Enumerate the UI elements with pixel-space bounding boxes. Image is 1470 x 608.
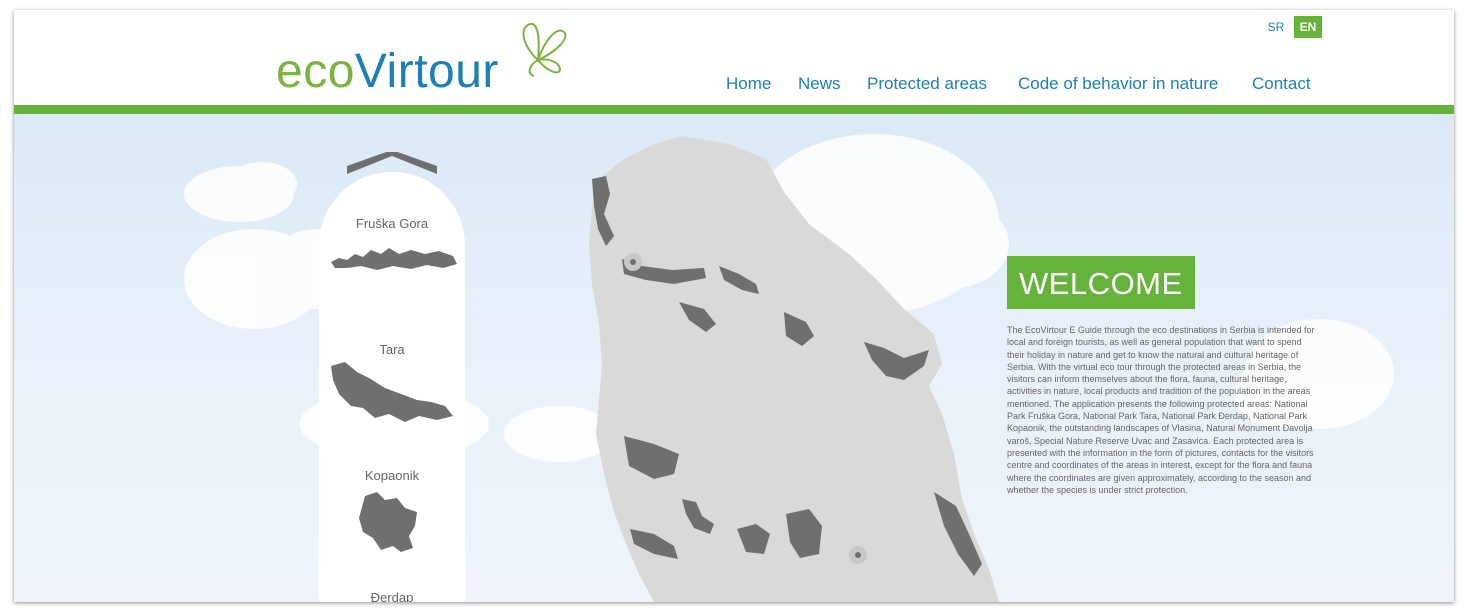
language-sr-link[interactable]: SR [1264,16,1288,38]
nav-code-of-behavior[interactable]: Code of behavior in nature [1018,74,1218,94]
main-area: Fruška Gora Tara Kopaonik Đerdap WELCOME… [14,114,1454,602]
nav-home[interactable]: Home [726,74,771,94]
welcome-title: WELCOME [1007,256,1195,309]
sidebar-item-tara[interactable]: Tara [319,342,465,357]
welcome-description: The EcoVirtour E Guide through the eco d… [1007,325,1315,495]
nav-contact[interactable]: Contact [1252,74,1311,94]
header-divider [14,105,1454,114]
kopaonik-shape[interactable] [355,490,425,558]
logo-eco-text: eco [276,45,355,98]
logo[interactable]: ecoVirtour [276,48,499,96]
chevron-up-icon[interactable] [345,152,439,176]
sidebar-item-derdap[interactable]: Đerdap [319,590,465,602]
nav-news[interactable]: News [798,74,841,94]
butterfly-logo-icon [522,22,567,77]
nav-protected-areas[interactable]: Protected areas [867,74,987,94]
tara-shape[interactable] [327,360,457,430]
sidebar-item-fruska-gora[interactable]: Fruška Gora [319,216,465,231]
protected-areas-sidebar: Fruška Gora Tara Kopaonik Đerdap [319,152,465,602]
sidebar-item-kopaonik[interactable]: Kopaonik [319,468,465,483]
app-frame: ecoVirtour SR EN Home News Protected are… [14,10,1454,602]
fruska-gora-shape[interactable] [329,242,459,274]
logo-virtour-text: Virtour [354,45,499,98]
header: ecoVirtour SR EN Home News Protected are… [14,10,1454,105]
language-en-link[interactable]: EN [1294,16,1322,38]
